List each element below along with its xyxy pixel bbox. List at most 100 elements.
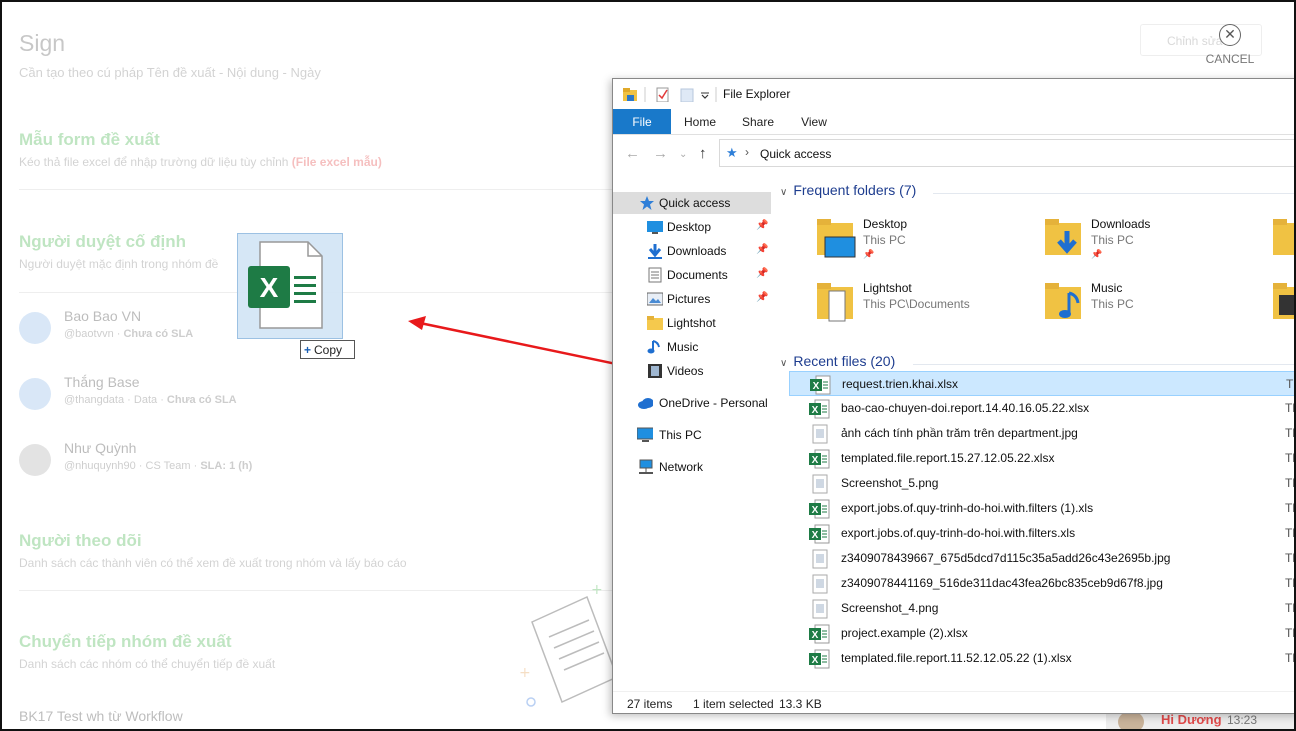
- file-column-value: Th: [1285, 551, 1294, 565]
- image-icon: [809, 474, 831, 497]
- file-column-value: Th: [1285, 451, 1294, 465]
- pin-icon[interactable]: 📌: [756, 292, 768, 303]
- back-arrow-icon[interactable]: ←: [625, 145, 640, 162]
- forward-arrow-icon[interactable]: →: [653, 145, 668, 162]
- recent-file-row[interactable]: Xtemplated.file.report.11.52.12.05.22 (1…: [789, 646, 1294, 672]
- item-count: 27 items: [627, 697, 673, 711]
- close-icon: ✕: [1219, 24, 1241, 46]
- excel-icon: X: [809, 649, 831, 672]
- tab-view[interactable]: View: [789, 109, 839, 135]
- pin-icon[interactable]: 📌: [756, 220, 768, 231]
- svg-text:X: X: [812, 505, 819, 516]
- person-name: Thắng Base: [64, 374, 140, 390]
- avatar: [19, 312, 51, 344]
- approvers-section-desc: Người duyệt mặc định trong nhóm đề: [19, 257, 219, 271]
- file-column-value: Th: [1285, 476, 1294, 490]
- recent-file-row[interactable]: Xtemplated.file.report.15.27.12.05.22.xl…: [789, 446, 1294, 471]
- address-text: Quick access: [760, 147, 832, 161]
- folder-location: This PC: [1091, 233, 1134, 247]
- network-icon: [639, 459, 653, 474]
- address-bar[interactable]: ★ › Quick access: [719, 139, 1294, 167]
- folder-name: Downloads: [1091, 217, 1151, 231]
- recent-file-row[interactable]: Screenshot_5.png Th: [789, 471, 1294, 497]
- recent-file-row[interactable]: Xrequest.trien.khai.xlsx Th: [789, 371, 1294, 396]
- pin-icon[interactable]: 📌: [756, 244, 768, 255]
- file-name: request.trien.khai.xlsx: [842, 377, 959, 391]
- desktop-folder-icon: [817, 219, 856, 258]
- lightshot-folder-icon: [817, 283, 853, 322]
- pin-icon[interactable]: 📌: [756, 268, 768, 279]
- nav-item-videos[interactable]: Videos: [613, 360, 771, 382]
- chevron-right-icon: ›: [745, 145, 749, 159]
- tab-share[interactable]: Share: [733, 109, 783, 135]
- folder-location: This PC: [863, 233, 906, 247]
- folder-name: Desktop: [863, 217, 908, 231]
- file-explorer-window[interactable]: File Explorer File Home Share View ← → ⌄…: [612, 78, 1294, 714]
- recent-file-row[interactable]: Xexport.jobs.of.quy-trinh-do-hoi.with.fi…: [789, 496, 1294, 521]
- window-title: File Explorer: [723, 87, 791, 101]
- nav-item-documents[interactable]: Documents 📌: [613, 264, 771, 286]
- page-subtitle: Cần tạo theo cú pháp Tên đề xuất - Nội d…: [19, 65, 321, 80]
- up-arrow-icon[interactable]: ↑: [699, 145, 707, 162]
- file-name: templated.file.report.15.27.12.05.22.xls…: [841, 451, 1055, 465]
- recent-files-header[interactable]: ∨ Recent files (20): [780, 353, 895, 369]
- nav-item-lightshot[interactable]: Lightshot: [613, 312, 771, 334]
- nav-item-pictures[interactable]: Pictures 📌: [613, 288, 771, 310]
- file-column-value: Th: [1285, 576, 1294, 590]
- file-name: project.example (2).xlsx: [841, 626, 968, 640]
- recent-locations-chevron-icon[interactable]: ⌄: [679, 149, 687, 160]
- file-column-value: Th: [1285, 626, 1294, 640]
- recent-file-row[interactable]: Screenshot_4.png Th: [789, 596, 1294, 621]
- image-icon: [809, 574, 831, 597]
- nav-item-this-pc[interactable]: This PC: [613, 424, 771, 446]
- quick-access-toolbar[interactable]: [621, 86, 721, 102]
- recent-file-row[interactable]: z3409078439667_675d5dcd7d115c35a5add26c4…: [789, 546, 1294, 571]
- frequent-folders-header[interactable]: ∨ Frequent folders (7): [780, 182, 916, 198]
- svg-text:X: X: [812, 655, 819, 666]
- nav-item-onedrive[interactable]: OneDrive - Personal: [613, 392, 771, 414]
- nav-item-quick-access[interactable]: Quick access: [613, 192, 771, 214]
- explorer-titlebar[interactable]: File Explorer: [613, 79, 1294, 109]
- recent-file-row[interactable]: ảnh cách tính phần trăm trên department.…: [789, 421, 1294, 446]
- recent-file-row[interactable]: Xbao-cao-chuyen-doi.report.14.40.16.05.2…: [789, 396, 1294, 422]
- tab-file[interactable]: File: [613, 109, 671, 134]
- divider: [19, 189, 619, 190]
- plus-icon: +: [304, 343, 312, 357]
- frequent-folder-lightshot[interactable]: Lightshot This PC\Documents: [815, 281, 1035, 333]
- svg-text:X: X: [812, 630, 819, 641]
- chat-sender: Hi Dương: [1161, 712, 1222, 727]
- nav-label: Network: [659, 460, 704, 474]
- pictures-icon: [647, 292, 663, 306]
- svg-text:X: X: [260, 272, 279, 303]
- tab-home[interactable]: Home: [675, 109, 725, 135]
- address-row: ← → ⌄ ↑ ★ › Quick access: [613, 135, 1294, 171]
- nav-item-music[interactable]: Music: [613, 336, 771, 358]
- form-section-desc: Kéo thả file excel để nhập trường dữ liệ…: [19, 155, 382, 169]
- excel-icon: X: [809, 399, 831, 422]
- divider: [913, 364, 1294, 365]
- recent-file-row[interactable]: z3409078441169_516de311dac43fea26bc835ce…: [789, 571, 1294, 597]
- folder-icon: [647, 316, 663, 330]
- pin-icon: 📌: [1091, 249, 1103, 259]
- sample-file-link[interactable]: (File excel mẫu): [292, 155, 382, 169]
- workflow-item[interactable]: BK17 Test wh từ Workflow: [19, 708, 183, 724]
- cancel-button[interactable]: ✕ CANCEL: [1202, 24, 1258, 66]
- avatar: [1118, 711, 1144, 729]
- content-pane: ∨ Frequent folders (7) Desktop This PC 📌 …: [773, 175, 1294, 691]
- frequent-folder-desktop[interactable]: Desktop This PC 📌: [815, 217, 1035, 269]
- avatar: [19, 378, 51, 410]
- music-icon: [647, 340, 660, 354]
- frequent-folder-downloads[interactable]: Downloads This PC 📌: [1043, 217, 1263, 269]
- star-icon: ★: [726, 145, 738, 160]
- nav-label: Lightshot: [667, 316, 716, 330]
- excel-file-icon: X: [248, 241, 323, 329]
- frequent-folder-music[interactable]: Music This PC: [1043, 281, 1263, 333]
- nav-label: Music: [667, 340, 699, 354]
- nav-item-network[interactable]: Network: [613, 456, 771, 478]
- file-column-value: Th: [1286, 377, 1294, 391]
- download-icon: [648, 244, 662, 259]
- nav-item-downloads[interactable]: Downloads 📌: [613, 240, 771, 262]
- recent-file-row[interactable]: Xproject.example (2).xlsx Th: [789, 621, 1294, 646]
- nav-item-desktop[interactable]: Desktop 📌: [613, 216, 771, 238]
- recent-file-row[interactable]: Xexport.jobs.of.quy-trinh-do-hoi.with.fi…: [789, 521, 1294, 546]
